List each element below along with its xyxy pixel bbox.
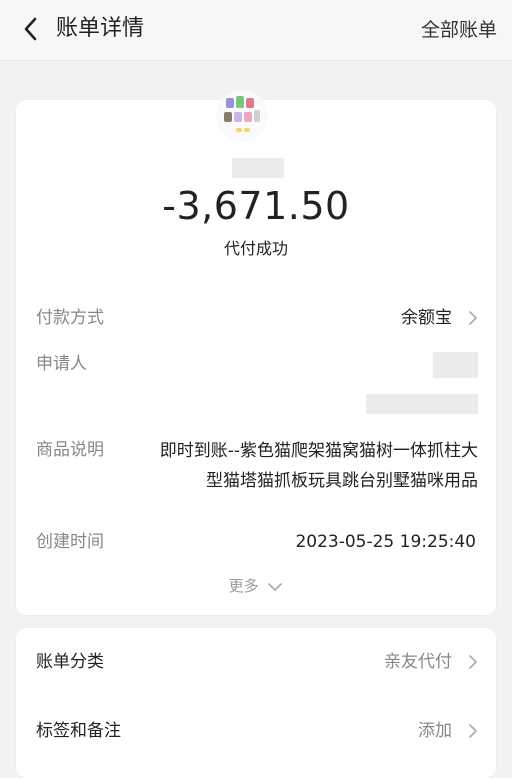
back-button[interactable] — [14, 12, 48, 46]
product-line-2: 型猫塔猫抓板玩具跳台别墅猫咪用品 — [206, 471, 478, 491]
more-label: 更多 — [228, 577, 259, 595]
tags-notes-value[interactable]: 添加 — [418, 719, 452, 743]
all-bills-link[interactable]: 全部账单 — [421, 16, 497, 44]
product-label: 商品说明 — [36, 440, 104, 460]
payment-method-value[interactable]: 余额宝 — [401, 306, 452, 330]
bill-category-label[interactable]: 账单分类 — [36, 650, 104, 674]
merchant-name-redacted — [232, 158, 284, 178]
back-arrow-icon — [24, 17, 37, 41]
bill-category-value[interactable]: 亲友代付 — [384, 650, 452, 674]
chevron-right-icon — [469, 311, 477, 325]
chevron-right-icon — [469, 724, 477, 738]
product-description: 即时到账--紫色猫爬架猫窝猫树一体抓柱大 型猫塔猫抓板玩具跳台别墅猫咪用品 — [128, 436, 478, 496]
chevron-right-icon — [469, 655, 477, 669]
applicant-name-redacted — [433, 352, 478, 378]
top-bar: 账单详情 全部账单 — [0, 0, 512, 61]
applicant-label: 申请人 — [36, 354, 87, 374]
more-button[interactable]: 更多 — [0, 575, 512, 597]
created-time-value: 2023-05-25 19:25:40 — [295, 532, 476, 552]
tags-notes-label[interactable]: 标签和备注 — [36, 719, 121, 743]
page-title: 账单详情 — [56, 16, 145, 41]
applicant-account-redacted — [366, 394, 478, 414]
payment-method-label: 付款方式 — [36, 308, 104, 328]
product-line-1: 即时到账--紫色猫爬架猫窝猫树一体抓柱大 — [159, 441, 478, 461]
chevron-down-icon — [268, 582, 283, 591]
bill-status: 代付成功 — [223, 239, 288, 258]
merchant-avatar — [216, 90, 268, 142]
bill-amount: -3,671.50 — [162, 184, 350, 228]
cat-tree-image — [224, 96, 260, 132]
created-time-label: 创建时间 — [36, 532, 104, 552]
